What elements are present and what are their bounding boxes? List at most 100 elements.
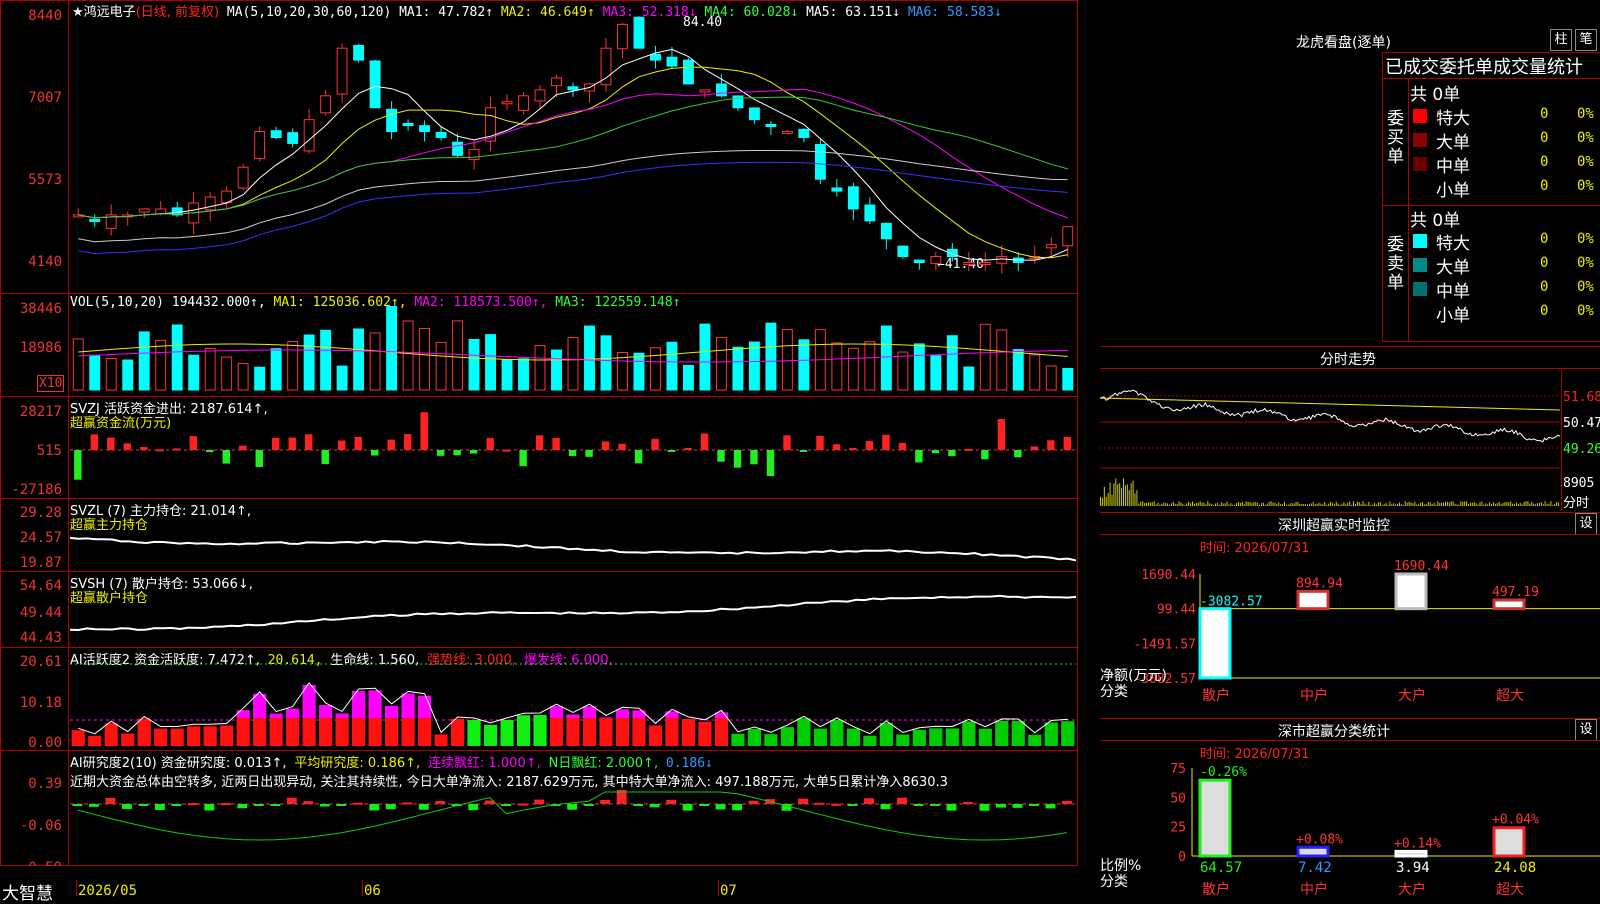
sz-axis-label: 1690.44 bbox=[1141, 568, 1196, 583]
intraday-volume-bar bbox=[1535, 504, 1537, 506]
intraday-volume-bar bbox=[1491, 504, 1492, 506]
intraday-volume-bar bbox=[1379, 502, 1381, 506]
intraday-volume-bar bbox=[1293, 503, 1295, 506]
flow-bar bbox=[568, 450, 577, 456]
intraday-volume-bar bbox=[1364, 503, 1366, 506]
tick-mode-button[interactable]: 笔 bbox=[1575, 29, 1597, 51]
activity-bar bbox=[286, 718, 300, 746]
intraday-volume-bar bbox=[1213, 504, 1215, 506]
intraday-volume-bar bbox=[1548, 503, 1550, 506]
intraday-volume-bar bbox=[1113, 483, 1115, 506]
intraday-volume-bar bbox=[1431, 503, 1433, 506]
candle-body bbox=[897, 245, 909, 258]
intraday-volume-bar bbox=[1399, 502, 1400, 506]
intraday-volume-bar bbox=[1253, 501, 1255, 506]
intraday-title-divider bbox=[1100, 368, 1600, 369]
flow-bar bbox=[634, 450, 643, 464]
intraday-volume-bar bbox=[1299, 503, 1301, 506]
activity-bar bbox=[253, 718, 267, 746]
intraday-volume-bar bbox=[1261, 503, 1262, 506]
candlestick-chart[interactable] bbox=[70, 16, 1076, 292]
volume-bar bbox=[155, 339, 167, 391]
activity-bar bbox=[269, 713, 283, 718]
activity-bar bbox=[615, 718, 630, 746]
intraday-volume-bar bbox=[1282, 504, 1284, 506]
research-bar bbox=[105, 798, 116, 804]
panel-divider-ai2 bbox=[0, 750, 1078, 751]
research-bar bbox=[880, 804, 891, 810]
flow-bar bbox=[239, 445, 247, 450]
activity-bar bbox=[731, 733, 745, 746]
sz-net-amount-chart[interactable]: 1690.4499.44-1491.57-3082.57-3082.57散户89… bbox=[1100, 554, 1600, 714]
activity-bar bbox=[335, 713, 349, 718]
candle-body bbox=[633, 16, 645, 49]
retail-position-chart[interactable] bbox=[70, 573, 1076, 647]
ai2-v5: 0.186↓ bbox=[665, 756, 713, 771]
volume-bar bbox=[485, 334, 496, 391]
activity-bar bbox=[88, 735, 102, 746]
candle-body bbox=[204, 196, 216, 211]
ai-activity-chart[interactable] bbox=[70, 662, 1076, 748]
capital-flow-chart[interactable] bbox=[70, 400, 1076, 496]
research-bar bbox=[468, 804, 479, 811]
intraday-volume-bar bbox=[1136, 490, 1138, 506]
flow-bar bbox=[255, 450, 263, 467]
intraday-volume-bar bbox=[1310, 503, 1312, 506]
intraday-volume-bar bbox=[1220, 502, 1222, 506]
sz-settings-button[interactable]: 设 bbox=[1575, 513, 1597, 535]
intraday-volume-bar bbox=[1278, 502, 1280, 506]
intraday-volume-bar bbox=[1238, 501, 1239, 506]
activity-bar bbox=[599, 718, 613, 746]
intraday-volume-bar bbox=[1496, 503, 1498, 506]
candle-body bbox=[847, 186, 859, 210]
volume-chart[interactable] bbox=[70, 306, 1076, 396]
flow-bar bbox=[387, 439, 395, 450]
volume-bar bbox=[864, 341, 876, 391]
intraday-volume-bar bbox=[1347, 502, 1349, 506]
vol-unit-badge: X10 bbox=[37, 375, 65, 392]
activity-bar bbox=[1028, 734, 1042, 746]
buy-row-percent: 0% bbox=[1577, 154, 1594, 170]
sz-title-divider bbox=[1100, 534, 1600, 535]
intraday-volume-bar bbox=[1452, 501, 1454, 506]
bar-mode-button[interactable]: 柱 bbox=[1550, 29, 1572, 51]
intraday-volume-bar bbox=[1529, 503, 1531, 506]
activity-bar bbox=[187, 726, 201, 746]
intraday-volume-bar bbox=[1324, 501, 1326, 506]
volume-bar bbox=[913, 343, 925, 391]
intraday-volume-bar bbox=[1391, 504, 1393, 506]
flow-bar bbox=[931, 450, 940, 454]
volume-bar bbox=[880, 325, 892, 391]
intraday-volume-bar bbox=[1303, 504, 1305, 506]
candle-body bbox=[864, 204, 876, 222]
research-bar bbox=[220, 803, 231, 806]
candle-body bbox=[369, 60, 381, 109]
class-settings-button[interactable]: 设 bbox=[1575, 719, 1597, 741]
class-ratio-chart[interactable]: 75 50 25 0 -0.26% 64.57 散户 +0.08% 7.42 中户 +0.14% 3.… bbox=[1100, 760, 1600, 900]
flow-bar bbox=[832, 444, 841, 450]
intraday-trend-chart[interactable] bbox=[1100, 370, 1560, 508]
research-bar bbox=[831, 803, 841, 806]
candle-body bbox=[996, 256, 1008, 264]
price-axis-0: 8440 bbox=[28, 8, 62, 24]
intraday-volume-bar bbox=[1523, 501, 1525, 506]
volume-bar bbox=[468, 338, 480, 391]
intraday-volume-bar bbox=[1422, 502, 1423, 506]
activity-bar bbox=[945, 728, 959, 746]
ai-research-chart[interactable] bbox=[70, 790, 1076, 864]
intraday-volume-bar bbox=[1316, 503, 1318, 506]
svsh-axis-1: 49.44 bbox=[19, 605, 62, 621]
sz-axis-label: -1491.57 bbox=[1133, 637, 1196, 652]
volume-bar bbox=[138, 331, 150, 391]
volume-bar bbox=[419, 328, 431, 391]
activity-bar bbox=[401, 693, 415, 718]
activity-bar bbox=[319, 718, 333, 746]
sz-net-bar bbox=[1198, 607, 1232, 680]
intraday-volume-bar bbox=[1414, 501, 1416, 506]
intraday-volume-bar bbox=[1360, 504, 1362, 506]
lhb-side-divider bbox=[1408, 78, 1409, 342]
intraday-volume-bar bbox=[1525, 501, 1527, 506]
main-force-position-chart[interactable] bbox=[70, 500, 1076, 570]
intraday-volume-bar bbox=[1473, 502, 1475, 506]
intraday-volume-bar bbox=[1142, 501, 1144, 506]
